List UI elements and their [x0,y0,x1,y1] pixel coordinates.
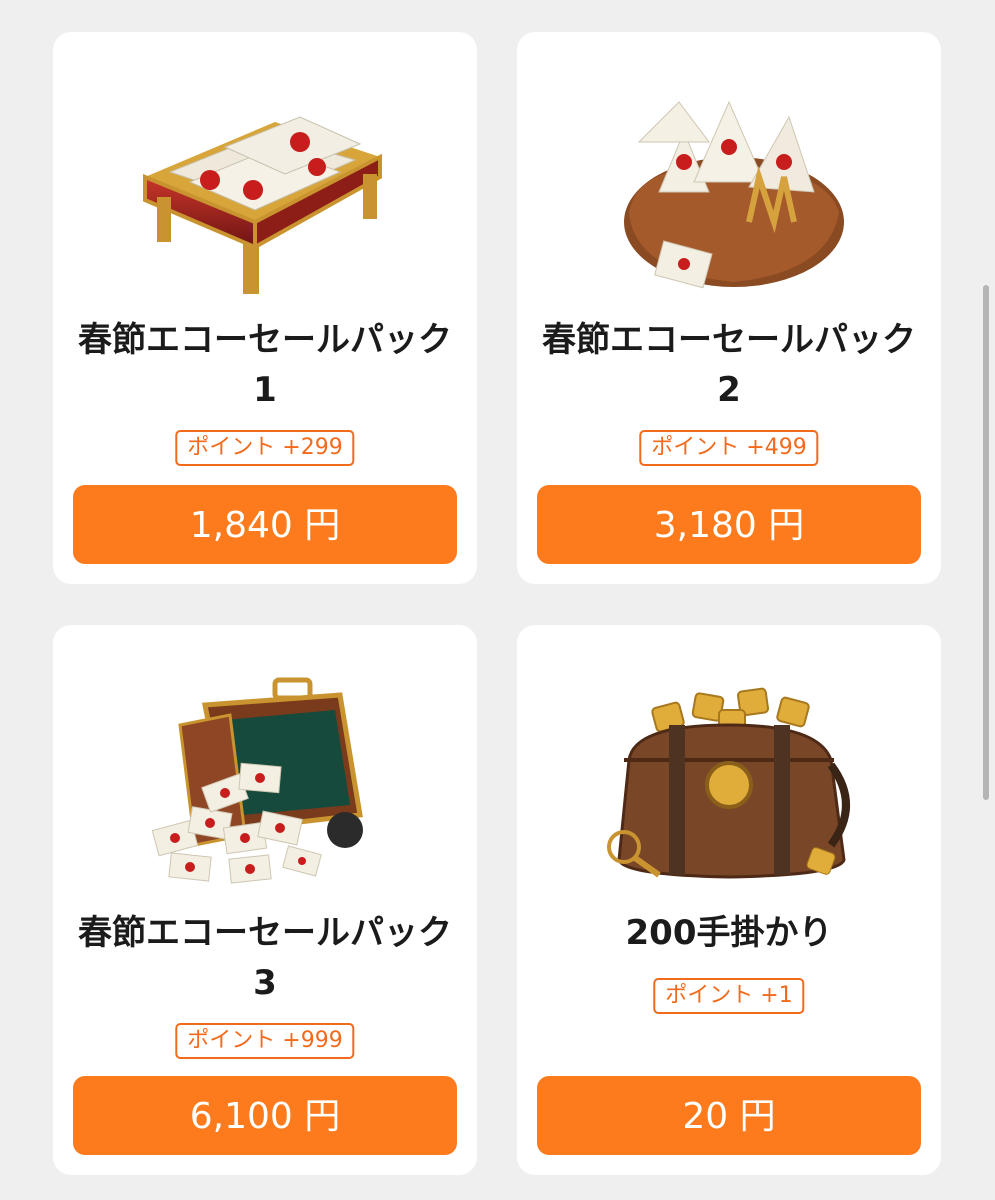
product-title: 春節エコーセールパック 3 [78,913,452,1003]
buy-button[interactable]: 20 円 [537,1076,921,1155]
product-title: 200手掛かり [625,913,833,953]
puzzle-bag-icon [607,687,850,879]
product-title: 春節エコーセールパック 2 [542,320,916,410]
points-badge: ポイント +999 [175,1023,355,1059]
envelope-table-icon [143,116,382,294]
product-card-2[interactable]: 春節エコーセールパック 2 ポイント +499 3,180 円 [517,32,941,584]
points-badge: ポイント +499 [639,430,819,466]
product-title: 春節エコーセールパック 1 [78,320,452,410]
scrollbar[interactable] [983,285,989,800]
points-badge: ポイント +1 [653,978,805,1014]
buy-button[interactable]: 6,100 円 [73,1076,457,1155]
envelope-bag-icon [624,100,844,289]
product-card-4[interactable]: 200手掛かり ポイント +1 20 円 [517,625,941,1175]
buy-button[interactable]: 1,840 円 [73,485,457,564]
points-badge: ポイント +299 [175,430,355,466]
envelope-suitcase-icon [151,677,363,884]
product-card-1[interactable]: 春節エコーセールパック 1 ポイント +299 1,840 円 [53,32,477,584]
buy-button[interactable]: 3,180 円 [537,485,921,564]
product-card-3[interactable]: 春節エコーセールパック 3 ポイント +999 6,100 円 [53,625,477,1175]
